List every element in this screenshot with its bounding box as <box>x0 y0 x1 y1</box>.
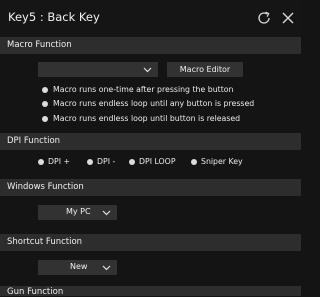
dpi-option-label: DPI + <box>48 157 71 166</box>
radio-dot-icon <box>87 159 93 165</box>
refresh-icon[interactable] <box>256 10 272 26</box>
radio-dot-icon <box>191 159 197 165</box>
gun-function-header: Gun Function <box>0 286 301 297</box>
shortcut-function-dropdown[interactable]: New <box>38 260 117 275</box>
macro-option-label: Macro runs endless loop until button is … <box>53 114 241 123</box>
dpi-function-header: DPI Function <box>0 133 301 150</box>
radio-dot-icon <box>42 101 48 107</box>
dpi-option-label: DPI - <box>97 157 116 166</box>
dpi-function-title: DPI Function <box>7 136 61 146</box>
radio-dot-icon <box>42 87 48 93</box>
title-bar: Key5 : Back Key <box>0 0 301 37</box>
macro-function-panel: Macro Editor Macro runs one-time after p… <box>0 54 301 132</box>
window-title: Key5 : Back Key <box>8 10 100 24</box>
shortcut-function-title: Shortcut Function <box>7 237 83 247</box>
close-icon[interactable] <box>280 10 296 26</box>
macro-function-title: Macro Function <box>7 40 72 50</box>
windows-function-value: My PC <box>66 207 91 216</box>
chevron-down-icon <box>143 65 152 74</box>
radio-dot-icon <box>42 116 48 122</box>
windows-function-header: Windows Function <box>0 179 301 196</box>
macro-select-dropdown[interactable] <box>38 62 158 77</box>
chevron-down-icon <box>102 263 111 272</box>
windows-function-title: Windows Function <box>7 182 84 192</box>
shortcut-function-panel: New <box>0 251 301 286</box>
windows-function-dropdown[interactable]: My PC <box>38 205 117 220</box>
dpi-option-label: Sniper Key <box>201 157 243 166</box>
shortcut-function-header: Shortcut Function <box>0 234 301 251</box>
chevron-down-icon <box>102 208 111 217</box>
radio-dot-icon <box>129 159 135 165</box>
windows-function-panel: My PC <box>0 196 301 231</box>
macro-option-label: Macro runs endless loop until any button… <box>53 99 255 108</box>
dpi-function-panel: DPI + DPI - DPI LOOP Sniper Key <box>0 150 301 177</box>
macro-option-label: Macro runs one-time after pressing the b… <box>53 85 234 94</box>
shortcut-function-value: New <box>70 262 88 271</box>
radio-dot-icon <box>38 159 44 165</box>
macro-function-header: Macro Function <box>0 37 301 54</box>
dpi-option-label: DPI LOOP <box>139 157 176 166</box>
macro-editor-button[interactable]: Macro Editor <box>167 62 243 77</box>
